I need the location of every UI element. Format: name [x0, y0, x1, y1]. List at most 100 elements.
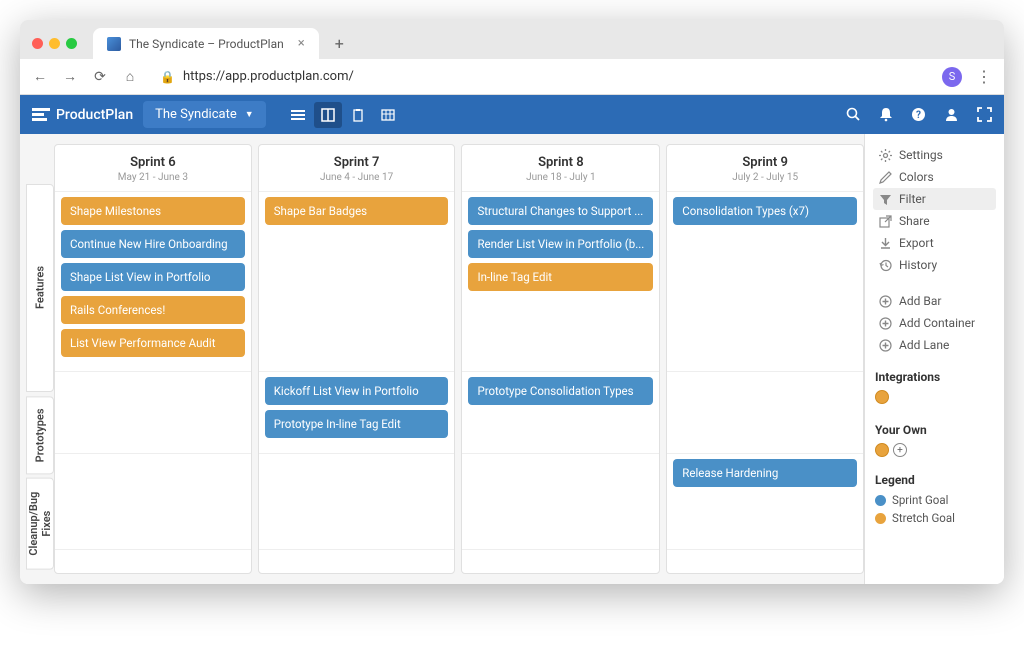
- sidebar-item-label: Settings: [899, 148, 943, 162]
- your-own-heading: Your Own: [873, 423, 996, 437]
- browser-toolbar: ← → ⟳ ⌂ 🔒 https://app.productplan.com/ S…: [20, 59, 1004, 95]
- lane-section[interactable]: Shape Milestones Continue New Hire Onboar…: [55, 192, 251, 372]
- caret-down-icon: ▼: [245, 109, 254, 120]
- forward-button[interactable]: →: [62, 68, 78, 85]
- sidebar-item-add-container[interactable]: Add Container: [873, 312, 996, 334]
- sprint-header[interactable]: Sprint 7June 4 - June 17: [259, 145, 455, 192]
- add-integration-button[interactable]: +: [893, 443, 907, 457]
- sidebar-item-label: Add Container: [899, 316, 975, 330]
- roadmap-selector[interactable]: The Syndicate ▼: [143, 101, 266, 128]
- help-icon[interactable]: ?: [911, 107, 926, 122]
- sidebar-item-settings[interactable]: Settings: [873, 144, 996, 166]
- card[interactable]: Shape Bar Badges: [265, 197, 449, 225]
- plus-circle-icon: [879, 317, 892, 330]
- history-icon: [879, 259, 892, 272]
- legend-dot: [875, 495, 886, 506]
- bell-icon[interactable]: [879, 107, 893, 122]
- sidebar-item-history[interactable]: History: [873, 254, 996, 276]
- legend-row[interactable]: Stretch Goal: [873, 509, 996, 527]
- own-integration-icon[interactable]: [875, 443, 889, 457]
- lane-label-features[interactable]: Features: [26, 184, 54, 392]
- address-bar[interactable]: 🔒 https://app.productplan.com/: [152, 65, 928, 88]
- lane-section[interactable]: Prototype Consolidation Types: [462, 372, 659, 454]
- minimize-window-button[interactable]: [49, 38, 60, 49]
- lane-label-cleanup[interactable]: Cleanup/Bug Fixes: [26, 478, 54, 570]
- header-actions: ?: [846, 107, 992, 122]
- user-icon[interactable]: [944, 107, 959, 122]
- card[interactable]: Consolidation Types (x7): [673, 197, 857, 225]
- card[interactable]: Kickoff List View in Portfolio: [265, 377, 449, 405]
- lane-section[interactable]: Consolidation Types (x7): [667, 192, 863, 372]
- sprint-header[interactable]: Sprint 6 May 21 - June 3: [55, 145, 251, 192]
- sidebar-item-colors[interactable]: Colors: [873, 166, 996, 188]
- lane-label-prototypes[interactable]: Prototypes: [26, 396, 54, 474]
- profile-avatar[interactable]: S: [942, 67, 962, 87]
- sidebar-item-share[interactable]: Share: [873, 210, 996, 232]
- close-tab-icon[interactable]: ×: [298, 36, 305, 51]
- sprint-columns: Sprint 6 May 21 - June 3 Shape Milestones C…: [54, 144, 864, 574]
- sprint-title: Sprint 6: [59, 155, 247, 170]
- gear-icon: [879, 149, 892, 162]
- view-list-button[interactable]: [284, 102, 312, 128]
- sprint-header[interactable]: Sprint 9 July 2 - July 15: [667, 145, 863, 192]
- card[interactable]: List View Performance Audit: [61, 329, 245, 357]
- search-icon[interactable]: [846, 107, 861, 122]
- sprint-header[interactable]: Sprint 8June 18 - July 1: [462, 145, 659, 192]
- maximize-window-button[interactable]: [66, 38, 77, 49]
- card[interactable]: Prototype In-line Tag Edit: [265, 410, 449, 438]
- sprint-title: Sprint 9: [671, 155, 859, 170]
- sprint-dates: July 2 - July 15: [671, 172, 859, 183]
- legend-row[interactable]: Sprint Goal: [873, 491, 996, 509]
- reload-button[interactable]: ⟳: [92, 69, 108, 85]
- lane-section[interactable]: [259, 454, 455, 550]
- integrations-heading: Integrations: [873, 370, 996, 384]
- legend-label: Sprint Goal: [892, 493, 948, 507]
- lane-section[interactable]: Structural Changes to Support ... Render …: [462, 192, 659, 372]
- sidebar-item-add-bar[interactable]: Add Bar: [873, 290, 996, 312]
- fullscreen-icon[interactable]: [977, 107, 992, 122]
- view-clipboard-button[interactable]: [344, 102, 372, 128]
- brand[interactable]: ProductPlan: [32, 107, 133, 123]
- url-text: https://app.productplan.com/: [183, 69, 354, 84]
- lane-section[interactable]: Kickoff List View in Portfolio Prototype …: [259, 372, 455, 454]
- lane-section[interactable]: [462, 454, 659, 550]
- browser-menu-button[interactable]: ⋮: [976, 67, 992, 86]
- view-table-button[interactable]: [374, 102, 402, 128]
- sprint-dates: May 21 - June 3: [59, 172, 247, 183]
- card[interactable]: Render List View in Portfolio (b...: [468, 230, 653, 258]
- card[interactable]: Continue New Hire Onboarding: [61, 230, 245, 258]
- lane-section[interactable]: [667, 372, 863, 454]
- lane-section[interactable]: [55, 454, 251, 550]
- view-board-button[interactable]: [314, 102, 342, 128]
- home-button[interactable]: ⌂: [122, 68, 138, 85]
- pencil-icon: [879, 171, 892, 184]
- browser-tab[interactable]: The Syndicate – ProductPlan ×: [93, 28, 319, 59]
- sprint-column: Sprint 8June 18 - July 1Structural Chang…: [461, 144, 660, 574]
- card[interactable]: Prototype Consolidation Types: [468, 377, 653, 405]
- app-header: ProductPlan The Syndicate ▼ ?: [20, 95, 1004, 134]
- card[interactable]: In-line Tag Edit: [468, 263, 653, 291]
- card[interactable]: Release Hardening: [673, 459, 857, 487]
- share-icon: [879, 215, 892, 228]
- roadmap-name: The Syndicate: [155, 107, 237, 122]
- download-icon: [879, 237, 892, 250]
- legend-dot: [875, 513, 886, 524]
- sidebar-item-add-lane[interactable]: Add Lane: [873, 334, 996, 356]
- sidebar-item-export[interactable]: Export: [873, 232, 996, 254]
- browser-tab-strip: The Syndicate – ProductPlan × +: [20, 20, 1004, 59]
- integration-icon[interactable]: [875, 390, 889, 404]
- card[interactable]: Shape Milestones: [61, 197, 245, 225]
- tab-title: The Syndicate – ProductPlan: [129, 37, 284, 51]
- new-tab-button[interactable]: +: [325, 28, 354, 59]
- card[interactable]: Structural Changes to Support ...: [468, 197, 653, 225]
- sidebar-item-filter[interactable]: Filter: [873, 188, 996, 210]
- close-window-button[interactable]: [32, 38, 43, 49]
- sprint-title: Sprint 7: [263, 155, 451, 170]
- lane-section[interactable]: [55, 372, 251, 454]
- card[interactable]: Shape List View in Portfolio: [61, 263, 245, 291]
- favicon-icon: [107, 37, 121, 51]
- back-button[interactable]: ←: [32, 68, 48, 85]
- card[interactable]: Rails Conferences!: [61, 296, 245, 324]
- lane-section[interactable]: Release Hardening: [667, 454, 863, 550]
- lane-section[interactable]: Shape Bar Badges: [259, 192, 455, 372]
